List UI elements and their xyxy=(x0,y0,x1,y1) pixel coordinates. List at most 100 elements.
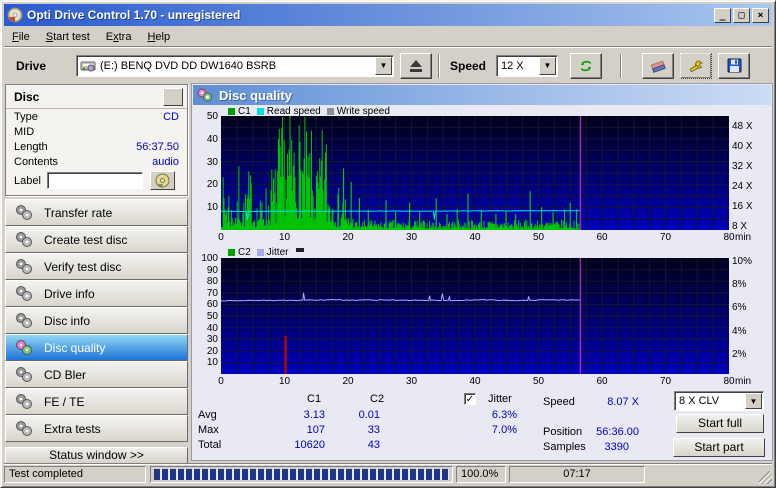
sidebar-item-label: CD Bler xyxy=(44,368,86,382)
sidebar: Disc TypeCDMIDLength56:37.50Contentsaudi… xyxy=(5,83,188,462)
menu-file[interactable]: File xyxy=(4,29,38,45)
menu-start-test[interactable]: Start test xyxy=(38,29,98,45)
y-axis-tick: 40 xyxy=(194,134,218,145)
test-icon xyxy=(14,339,34,357)
sidebar-item-create-test-disc[interactable]: Create test disc xyxy=(5,226,188,253)
y-axis-right-tick: 16 X xyxy=(732,201,772,212)
test-icon xyxy=(14,312,34,330)
disc-label-input[interactable] xyxy=(47,172,143,189)
statistics-panel: C1 C2 ✓ Jitter Avg Max Total 3.13 107 10… xyxy=(192,390,774,462)
status-bar: Test completed 100.0% 07:17 xyxy=(4,463,772,484)
disc-icon xyxy=(155,173,170,188)
y-axis-tick: 10 xyxy=(194,357,218,368)
content-header-title: Disc quality xyxy=(219,88,292,103)
save-button[interactable] xyxy=(718,53,750,79)
menu-help[interactable]: Help xyxy=(139,29,178,45)
disc-field-label: Length xyxy=(14,141,136,153)
x-axis-tick: 80 xyxy=(723,376,734,387)
legend-swatch-write-speed xyxy=(327,108,334,115)
speed-select[interactable]: 12 X ▼ xyxy=(496,55,558,77)
x-axis-tick: 60 xyxy=(596,232,607,243)
jitter-checkbox[interactable]: ✓ xyxy=(464,393,476,405)
menu-bar: FileStart testExtraHelp xyxy=(4,27,772,47)
samples-caption: Samples xyxy=(543,441,586,453)
y-axis-tick: 30 xyxy=(194,157,218,168)
write-speed-select[interactable]: 8 X CLV ▼ xyxy=(674,391,764,411)
erase-button[interactable] xyxy=(642,53,674,79)
y-axis-tick: 30 xyxy=(194,334,218,345)
start-part-button[interactable]: Start part xyxy=(673,438,765,457)
sidebar-item-drive-info[interactable]: Drive info xyxy=(5,280,188,307)
sidebar-item-label: Disc info xyxy=(44,314,90,328)
refresh-icon xyxy=(578,59,594,73)
legend-label: C2 xyxy=(238,247,251,258)
drive-select[interactable]: (E:) BENQ DVD DD DW1640 BSRB ▼ xyxy=(76,55,394,77)
x-axis-unit: min xyxy=(735,232,751,243)
disc-panel-button[interactable] xyxy=(163,88,183,106)
start-full-button[interactable]: Start full xyxy=(676,414,764,433)
progress-percent: 100.0% xyxy=(456,466,506,483)
sidebar-item-disc-info[interactable]: Disc info xyxy=(5,307,188,334)
test-icon xyxy=(14,204,34,222)
y-axis-right-tick: 40 X xyxy=(732,141,772,152)
sidebar-item-cd-bler[interactable]: CD Bler xyxy=(5,361,188,388)
y-axis-right-tick: 10% xyxy=(732,256,772,267)
close-button[interactable]: × xyxy=(752,8,769,23)
disc-field-length: Length56:37.50 xyxy=(6,139,187,154)
tools-button[interactable] xyxy=(680,53,712,79)
sidebar-item-verify-test-disc[interactable]: Verify test disc xyxy=(5,253,188,280)
write-speed-value: 8 X CLV xyxy=(675,395,723,407)
y-axis-tick: 60 xyxy=(194,299,218,310)
stat-row-total: Total xyxy=(198,439,221,451)
disc-fields: TypeCDMIDLength56:37.50Contentsaudio xyxy=(6,109,187,169)
y-axis-tick: 40 xyxy=(194,323,218,334)
sidebar-item-label: FE / TE xyxy=(44,395,84,409)
x-axis-tick: 20 xyxy=(342,376,353,387)
disc-panel-header: Disc xyxy=(6,85,187,109)
legend-swatch-c2 xyxy=(228,249,235,256)
eject-button[interactable] xyxy=(400,53,432,79)
menu-extra[interactable]: Extra xyxy=(98,29,140,45)
save-icon xyxy=(727,58,742,73)
y-axis-right-tick: 48 X xyxy=(732,121,772,132)
y-axis-tick: 20 xyxy=(194,179,218,190)
sidebar-item-extra-tests[interactable]: Extra tests xyxy=(5,415,188,442)
disc-field-value: 56:37.50 xyxy=(136,141,179,153)
status-window-button[interactable]: Status window >> xyxy=(5,447,188,464)
sidebar-item-label: Verify test disc xyxy=(44,260,121,274)
disc-field-mid: MID xyxy=(6,124,187,139)
speed-dropdown-arrow[interactable]: ▼ xyxy=(539,57,556,75)
write-speed-dropdown-arrow[interactable]: ▼ xyxy=(745,393,762,409)
test-icon xyxy=(14,258,34,276)
y-axis-right-tick: 8 X xyxy=(732,221,772,232)
drive-dropdown-arrow[interactable]: ▼ xyxy=(375,57,392,75)
stat-avg-c1: 3.13 xyxy=(277,409,325,421)
stat-row-avg: Avg xyxy=(198,409,217,421)
x-axis-tick: 70 xyxy=(660,376,671,387)
title-bar: Opti Drive Control 1.70 - unregistered _… xyxy=(4,4,772,26)
disc-label-button[interactable] xyxy=(150,171,175,190)
x-axis-tick: 30 xyxy=(406,376,417,387)
legend-marker-artifact xyxy=(296,248,304,252)
sidebar-item-fe-te[interactable]: FE / TE xyxy=(5,388,188,415)
disc-field-type: TypeCD xyxy=(6,109,187,124)
x-axis-tick: 80 xyxy=(723,232,734,243)
stat-total-c2: 43 xyxy=(342,439,380,451)
x-axis-tick: 50 xyxy=(533,232,544,243)
toolbar: Drive (E:) BENQ DVD DD DW1640 BSRB ▼ Spe… xyxy=(4,49,772,82)
sidebar-item-label: Transfer rate xyxy=(44,206,112,220)
maximize-button[interactable]: □ xyxy=(733,8,750,23)
stat-max-c2: 33 xyxy=(342,424,380,436)
content-header: Disc quality xyxy=(193,85,771,105)
refresh-button[interactable] xyxy=(570,53,602,79)
app-icon xyxy=(7,7,23,23)
sidebar-item-transfer-rate[interactable]: Transfer rate xyxy=(5,199,188,226)
y-axis-tick: 70 xyxy=(194,288,218,299)
disc-field-label: Contents xyxy=(14,156,152,168)
minimize-button[interactable]: _ xyxy=(714,8,731,23)
y-axis-right-tick: 6% xyxy=(732,302,772,313)
stat-max-c1: 107 xyxy=(277,424,325,436)
wrench-icon xyxy=(688,59,704,73)
resize-grip[interactable] xyxy=(759,471,772,484)
sidebar-item-disc-quality[interactable]: Disc quality xyxy=(5,334,188,361)
